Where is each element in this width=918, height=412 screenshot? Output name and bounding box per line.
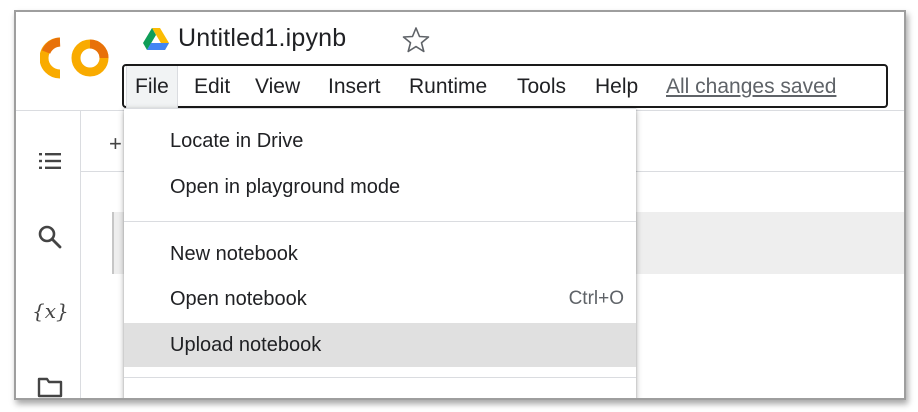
folder-icon[interactable] xyxy=(36,373,64,400)
screenshot-frame: Untitled1.ipynb File Edit View Insert Ru… xyxy=(0,0,918,412)
menu-item-label: Open notebook xyxy=(170,288,307,310)
table-of-contents-icon[interactable] xyxy=(36,147,64,175)
menu-item-locate-in-drive[interactable]: Locate in Drive xyxy=(124,119,636,163)
save-status-link[interactable]: All changes saved xyxy=(666,75,836,99)
menu-view[interactable]: View xyxy=(255,75,300,99)
left-sidebar: {x} xyxy=(16,111,81,398)
menu-insert[interactable]: Insert xyxy=(328,75,381,99)
menu-item-label: Locate in Drive xyxy=(170,130,304,152)
search-icon[interactable] xyxy=(36,223,64,251)
menu-item-new-notebook[interactable]: New notebook xyxy=(124,232,636,276)
header: Untitled1.ipynb File Edit View Insert Ru… xyxy=(16,12,904,110)
add-cell-icon[interactable]: + xyxy=(109,131,122,157)
google-drive-icon[interactable] xyxy=(143,28,169,50)
star-icon[interactable] xyxy=(402,26,430,54)
colab-window: Untitled1.ipynb File Edit View Insert Ru… xyxy=(14,10,906,400)
menu-edit[interactable]: Edit xyxy=(194,75,230,99)
menu-item-label: Open in playground mode xyxy=(170,176,401,198)
menu-separator xyxy=(124,221,636,222)
menu-item-label: Upload notebook xyxy=(170,334,322,356)
menu-runtime[interactable]: Runtime xyxy=(409,75,487,99)
notebook-title[interactable]: Untitled1.ipynb xyxy=(178,24,346,53)
menu-item-upload-notebook[interactable]: Upload notebook xyxy=(124,323,636,367)
menu-separator xyxy=(124,377,636,378)
menu-file[interactable]: File xyxy=(126,66,178,108)
menu-item-shortcut: Ctrl+O xyxy=(568,288,624,309)
menu-item-open-notebook[interactable]: Open notebook Ctrl+O xyxy=(124,277,636,321)
colab-logo[interactable] xyxy=(40,36,112,80)
menu-bar: File Edit View Insert Runtime Tools Help… xyxy=(122,64,888,108)
menu-help[interactable]: Help xyxy=(595,75,638,99)
file-menu-dropdown: Locate in Drive Open in playground mode … xyxy=(124,108,636,398)
variables-icon[interactable]: {x} xyxy=(32,299,69,327)
menu-item-label: New notebook xyxy=(170,243,298,265)
menu-item-open-playground[interactable]: Open in playground mode xyxy=(124,165,636,209)
menu-tools[interactable]: Tools xyxy=(517,75,566,99)
